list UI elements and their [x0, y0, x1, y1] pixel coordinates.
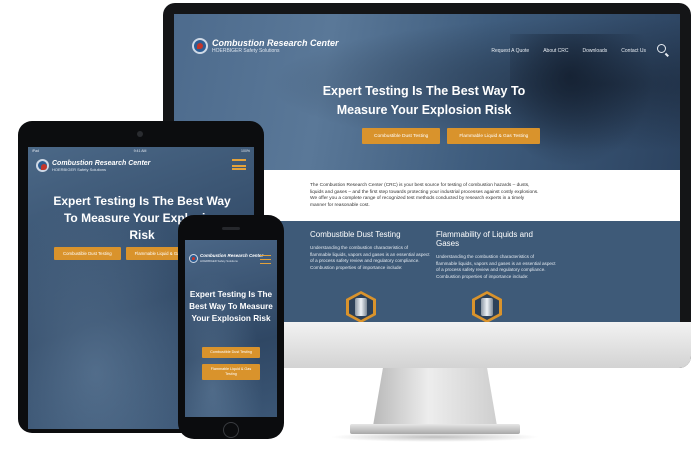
nav-request-quote[interactable]: Request A Quote — [491, 48, 529, 54]
status-carrier: iPad — [32, 149, 40, 153]
logo-text: Combustion Research Center HOERBIGER Saf… — [200, 254, 263, 262]
logo-title: Combustion Research Center — [52, 159, 151, 167]
hamburger-menu-icon[interactable] — [232, 159, 246, 170]
logo-mark-icon — [192, 38, 208, 54]
monitor-stand-neck — [373, 368, 497, 426]
logo-subtitle: HOERBIGER Safety Solutions — [200, 258, 238, 263]
service-text-dust: Understanding the combustion characteris… — [310, 245, 430, 270]
phone-speaker — [222, 227, 240, 230]
desktop-hero-buttons: Combustible Dust Testing Flammable Liqui… — [362, 128, 541, 144]
equipment-image — [481, 298, 493, 316]
service-text-liquids: Understanding the combustion characteris… — [436, 254, 556, 279]
phone-device: Combustion Research Center HOERBIGER Saf… — [178, 215, 284, 439]
intro-paragraph: The Combustion Research Center (CRC) is … — [310, 183, 539, 208]
logo-subtitle: HOERBIGER Safety Solutions — [52, 166, 107, 172]
desktop-hero-headline: Expert Testing Is The Best Way To Measur… — [322, 84, 526, 117]
logo-mark-icon — [189, 254, 198, 263]
flammable-liquid-gas-testing-button[interactable]: Flammable Liquid & Gas Testing — [447, 128, 541, 144]
hamburger-menu-icon[interactable] — [260, 255, 271, 264]
equipment-image — [355, 298, 367, 316]
desktop-nav: Request A Quote About CRC Downloads Cont… — [491, 48, 646, 54]
phone-home-button[interactable] — [223, 422, 239, 438]
combustible-dust-testing-button[interactable]: Combustible Dust Testing — [362, 128, 441, 144]
phone-hero-headline: Expert Testing Is The Best Way To Measur… — [189, 290, 273, 323]
service-title-dust[interactable]: Combustible Dust Testing — [310, 230, 430, 239]
combustible-dust-testing-button[interactable]: Combustible Dust Testing — [54, 247, 121, 260]
phone-logo[interactable]: Combustion Research Center HOERBIGER Saf… — [189, 254, 263, 263]
logo-mark-icon — [36, 159, 49, 172]
nav-about-crc[interactable]: About CRC — [543, 48, 568, 54]
logo-title: Combustion Research Center — [212, 37, 339, 48]
nav-downloads[interactable]: Downloads — [583, 48, 608, 54]
hexagon-equipment-icon — [346, 291, 376, 322]
phone-screen: Combustion Research Center HOERBIGER Saf… — [185, 240, 277, 417]
search-icon[interactable] — [657, 44, 666, 53]
flammable-liquid-gas-testing-button[interactable]: Flammable Liquid & Gas Testing — [202, 364, 260, 380]
nav-contact-us[interactable]: Contact Us — [621, 48, 646, 54]
status-battery: 100% — [241, 149, 250, 153]
desktop-logo[interactable]: Combustion Research Center HOERBIGER Saf… — [192, 38, 339, 54]
tablet-logo[interactable]: Combustion Research Center HOERBIGER Saf… — [36, 159, 150, 172]
service-column-dust: Combustible Dust Testing Understanding t… — [310, 230, 430, 271]
logo-subtitle: HOERBIGER Safety Solutions — [212, 47, 280, 54]
status-time: 9:41 AM — [133, 149, 147, 153]
tablet-camera — [137, 131, 143, 137]
hexagon-equipment-icon — [472, 291, 502, 322]
monitor-stand-base — [350, 424, 520, 434]
logo-text: Combustion Research Center HOERBIGER Saf… — [52, 160, 150, 172]
service-title-liquids[interactable]: Flammability of Liquids and Gases — [436, 230, 556, 248]
logo-text: Combustion Research Center HOERBIGER Saf… — [212, 37, 339, 54]
service-column-liquids: Flammability of Liquids and Gases Unders… — [436, 230, 556, 280]
tablet-status-bar: iPad 9:41 AM 100% — [32, 149, 250, 153]
combustible-dust-testing-button[interactable]: Combustible Dust Testing — [202, 347, 260, 358]
